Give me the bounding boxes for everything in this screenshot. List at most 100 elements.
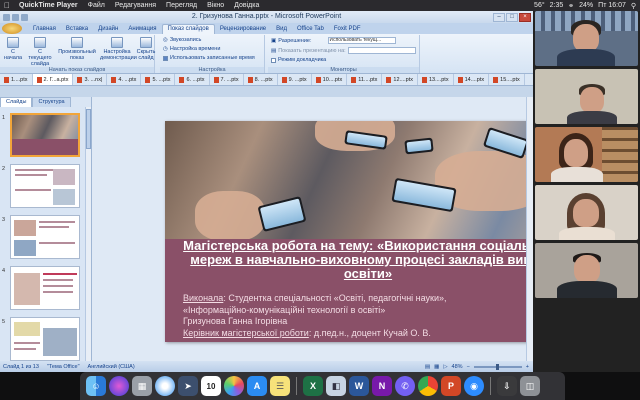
powerpoint-icon[interactable]: P — [441, 376, 461, 396]
theme-name: "Тема Office" — [46, 363, 80, 370]
clock[interactable]: Пт 16:07 — [598, 2, 626, 10]
file-tab[interactable]: 9. ...ptx — [278, 74, 312, 85]
video-tile[interactable] — [535, 185, 638, 240]
menu-edit[interactable]: Редагування — [110, 2, 161, 9]
projector-icon: ▤ — [271, 47, 277, 54]
status-bar: Слайд 1 из 13 "Тема Office" Английский (… — [0, 361, 533, 372]
file-tab[interactable]: 14....ptx — [454, 74, 490, 85]
trash-icon[interactable]: ◫ — [520, 376, 540, 396]
file-tab[interactable]: 3. ...nx| — [73, 74, 108, 85]
tab-animation[interactable]: Анимация — [123, 25, 161, 34]
notes-icon[interactable]: ☰ — [270, 376, 290, 396]
launchpad-icon[interactable]: ▦ — [132, 376, 152, 396]
slide-thumbnail[interactable]: 1 — [0, 113, 84, 159]
tab-slide-show[interactable]: Показ слайдов — [161, 24, 215, 34]
tab-view[interactable]: Вид — [271, 25, 292, 34]
file-tab-active[interactable]: 2. Г...a.ptx — [32, 74, 74, 85]
file-tab[interactable]: 5. ...ptx — [141, 74, 176, 85]
tab-insert[interactable]: Вставка — [61, 25, 93, 34]
safari-icon[interactable] — [155, 376, 175, 396]
calendar-icon[interactable]: 10 — [201, 376, 221, 396]
file-tab[interactable]: 10....ptx — [312, 74, 348, 85]
tab-outline[interactable]: Структура — [32, 97, 71, 107]
rehearse-timings-button[interactable]: ◷ Настройка времени — [163, 46, 220, 52]
search-icon[interactable]: ⚲ — [631, 2, 636, 10]
video-tile[interactable] — [535, 243, 638, 298]
slides-pane-scrollbar[interactable] — [85, 107, 91, 361]
slide-thumbnail[interactable]: 3 — [0, 215, 84, 261]
wifi-icon[interactable]: ⚭ — [568, 2, 574, 10]
zoom-slider[interactable] — [473, 363, 522, 370]
zoom-level[interactable]: 48% — [452, 364, 463, 370]
slideshow-view-icon[interactable]: ▷ — [443, 364, 447, 370]
downloads-icon[interactable]: ⇩ — [497, 376, 517, 396]
video-tile[interactable] — [535, 69, 638, 124]
language-indicator[interactable]: Английский (США) — [88, 364, 135, 370]
slide-body[interactable]: Виконала: Студентка спеціальності «Освіт… — [183, 293, 533, 339]
preview-icon[interactable]: ◧ — [326, 376, 346, 396]
custom-show-button[interactable]: Произвольный показ — [58, 37, 96, 61]
thumb-preview — [10, 113, 80, 157]
menu-window[interactable]: Вікно — [202, 2, 229, 9]
video-tile[interactable] — [535, 127, 638, 182]
from-current-button[interactable]: С текущего слайда — [26, 37, 54, 67]
video-tile[interactable] — [535, 11, 638, 66]
zoom-in-icon[interactable]: + — [526, 364, 529, 370]
file-tab[interactable]: 4. ...ptx — [107, 74, 142, 85]
tab-design[interactable]: Дизайн — [93, 25, 123, 34]
show-on-select[interactable] — [347, 47, 416, 54]
siri-icon[interactable] — [109, 376, 129, 396]
zoom-icon[interactable]: ◉ — [464, 376, 484, 396]
file-tab[interactable]: 7. ...ptx — [210, 74, 244, 85]
menu-file[interactable]: Файл — [83, 2, 110, 9]
use-timings-checkbox[interactable]: Использовать записанные время — [163, 55, 255, 61]
menu-help[interactable]: Довідка — [229, 2, 264, 9]
participant-face — [573, 24, 599, 52]
apple-menu-icon[interactable]:  — [0, 1, 14, 10]
tab-foxit-pdf[interactable]: Foxit PDF — [329, 25, 366, 34]
excel-icon[interactable]: X — [303, 376, 323, 396]
recording-time[interactable]: 2:35 — [550, 2, 564, 10]
canvas-scrollbar[interactable] — [526, 97, 533, 361]
finder-icon[interactable]: ☺ — [86, 376, 106, 396]
zoom-slider-thumb[interactable] — [495, 363, 499, 370]
tab-office-tab[interactable]: Office Tab — [292, 25, 329, 34]
zoom-out-icon[interactable]: − — [467, 364, 470, 370]
setup-show-button[interactable]: Настройка демонстрации — [100, 37, 137, 61]
weather-temp[interactable]: 56° — [534, 2, 545, 10]
tab-slides[interactable]: Слайды — [0, 97, 33, 107]
from-start-button[interactable]: С начала — [2, 37, 24, 61]
slide-thumbnail[interactable]: 5 — [0, 317, 84, 363]
file-tab[interactable]: 13....ptx — [418, 74, 454, 85]
menu-view[interactable]: Перегляд — [161, 2, 202, 9]
photos-icon[interactable] — [224, 376, 244, 396]
chrome-icon[interactable] — [418, 376, 438, 396]
slide-title[interactable]: Магістерська робота на тему: «Використан… — [183, 239, 533, 281]
file-tab[interactable]: 15....ptx — [489, 74, 525, 85]
file-tab[interactable]: 12....ptx — [382, 74, 418, 85]
office-button[interactable] — [2, 23, 22, 34]
record-narration-button[interactable]: ◎ Звукозапись — [163, 37, 201, 43]
hide-slide-button[interactable]: Скрыть слайд — [136, 37, 156, 61]
presenter-view-checkbox[interactable]: Режим докладчика — [271, 57, 326, 63]
onenote-icon[interactable]: N — [372, 376, 392, 396]
slide-thumbnail[interactable]: 4 — [0, 266, 84, 312]
menu-app-name[interactable]: QuickTime Player — [14, 2, 83, 9]
file-tab[interactable]: 1....ptx — [0, 74, 33, 85]
file-tab[interactable]: 6. ...ptx — [175, 74, 210, 85]
rocket-icon[interactable]: ➤ — [178, 376, 198, 396]
scrollbar-thumb[interactable] — [86, 109, 91, 149]
normal-view-icon[interactable]: ▤ — [425, 364, 430, 370]
sorter-view-icon[interactable]: ▦ — [434, 364, 439, 370]
file-tab[interactable]: 11....ptx — [347, 74, 383, 85]
resolution-select[interactable]: Использовать текущ... — [327, 37, 396, 44]
app-store-icon[interactable]: A — [247, 376, 267, 396]
file-tab[interactable]: 8. ...ptx — [244, 74, 278, 85]
tab-home[interactable]: Главная — [28, 25, 61, 34]
current-slide[interactable]: Магістерська робота на тему: «Використан… — [165, 121, 533, 342]
tab-review[interactable]: Рецензирование — [215, 25, 271, 34]
battery-level[interactable]: 24% — [579, 2, 593, 10]
word-icon[interactable]: W — [349, 376, 369, 396]
slide-thumbnail[interactable]: 2 — [0, 164, 84, 210]
viber-icon[interactable]: ✆ — [395, 376, 415, 396]
